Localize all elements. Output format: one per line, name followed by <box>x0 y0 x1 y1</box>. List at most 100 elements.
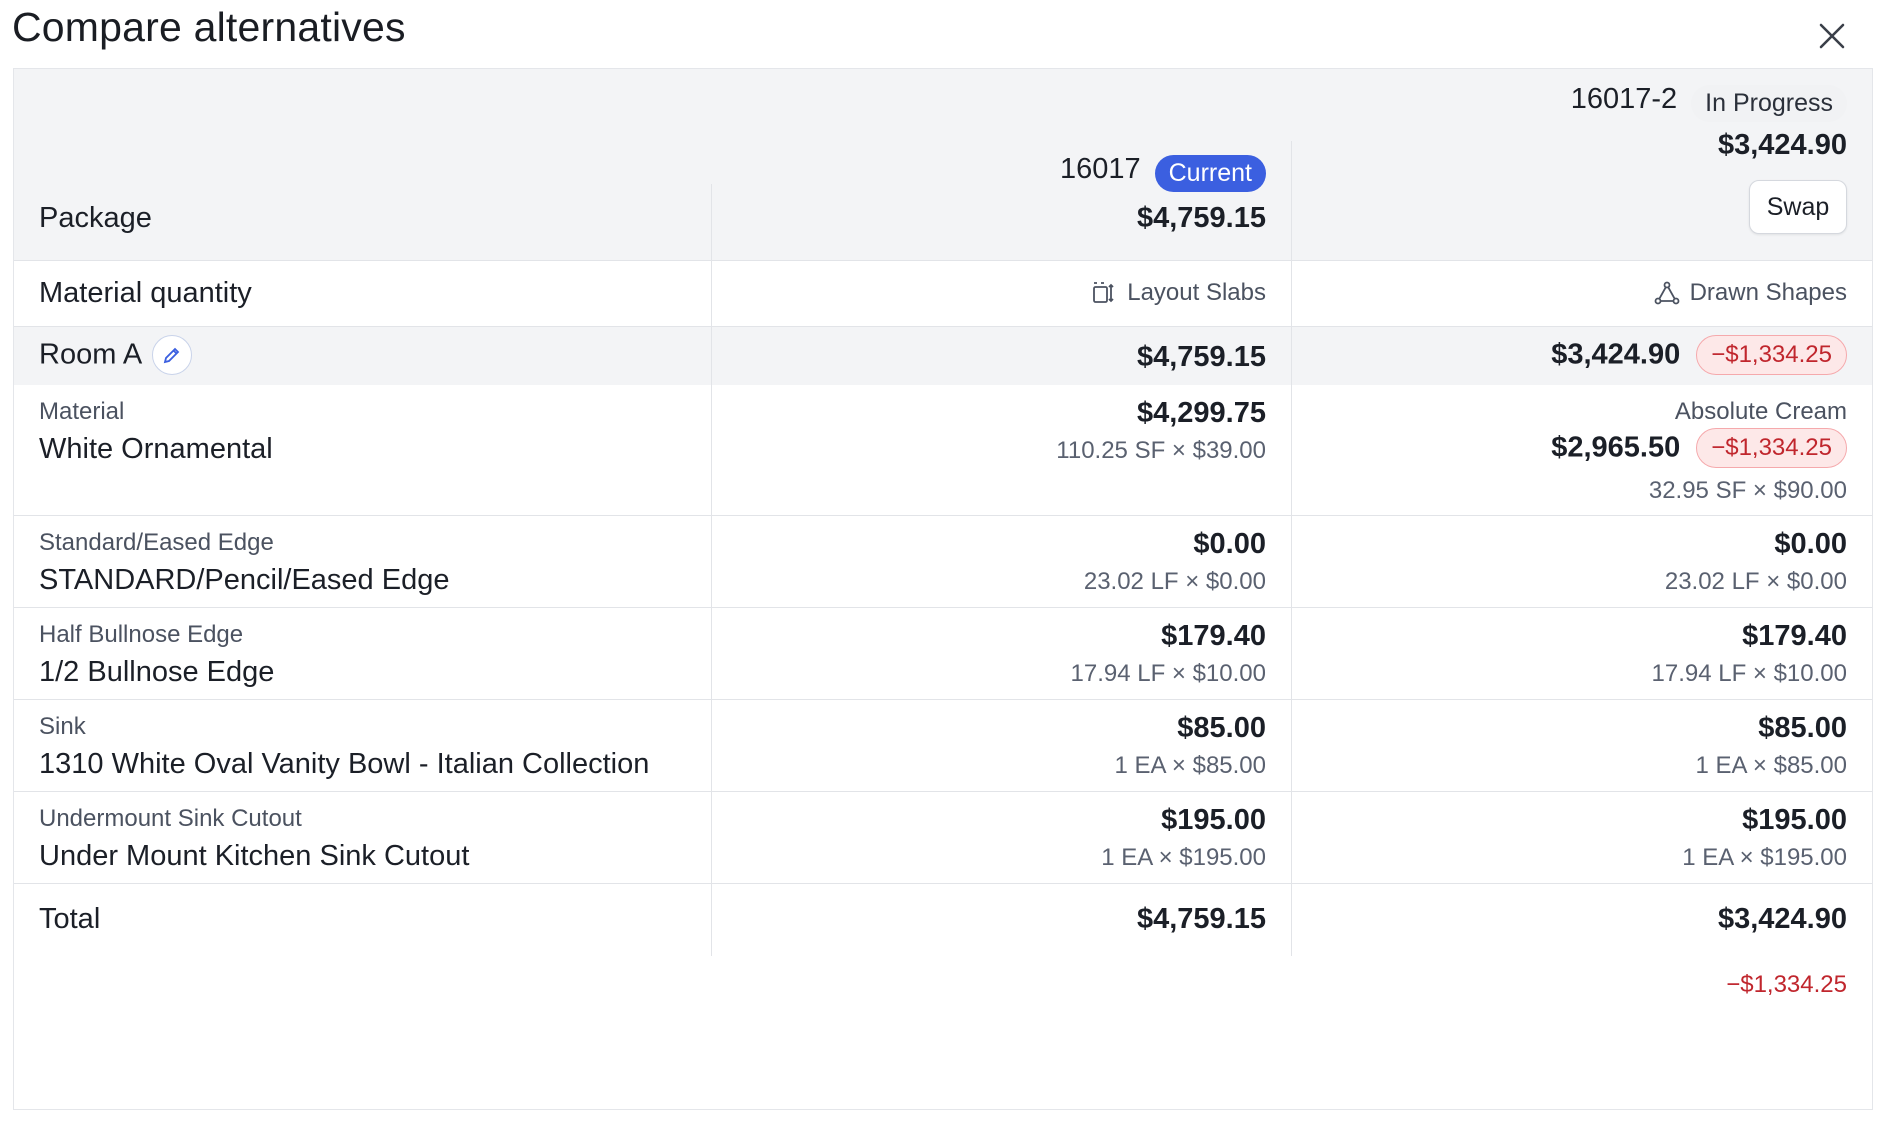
layout-slabs-icon <box>1093 282 1114 303</box>
line-alternative-amount-group: $2,965.50 −$1,334.25 <box>1551 428 1847 468</box>
material-quantity-label-cell: Material quantity <box>14 261 711 326</box>
alternative-material-name: Absolute Cream <box>1674 398 1847 425</box>
line-item-row: Sink 1310 White Oval Vanity Bowl - Itali… <box>14 700 1872 792</box>
room-row: Room A $4,759.15 $3,424.90 −$1,334.25 <box>14 327 1872 385</box>
line-category: Material <box>39 398 125 425</box>
line-current-amount: $4,299.75 <box>1136 397 1266 429</box>
material-quantity-row: Material quantity Layout Slabs Drawn Sha… <box>14 261 1872 327</box>
line-alternative-detail: 32.95 SF × $90.00 <box>1648 477 1847 504</box>
line-name: White Ornamental <box>39 433 273 465</box>
line-label-cell: Material White Ornamental <box>14 385 711 515</box>
line-item-row: Half Bullnose Edge 1/2 Bullnose Edge $17… <box>14 608 1872 700</box>
close-button[interactable] <box>1816 20 1848 52</box>
room-diff-badge: −$1,334.25 <box>1696 335 1847 375</box>
current-package-heading: 16017 Current <box>1059 153 1266 193</box>
status-badge: In Progress <box>1691 85 1847 123</box>
line-current-detail: 23.02 LF × $0.00 <box>1083 568 1266 595</box>
room-current-total: $4,759.15 <box>1136 341 1266 373</box>
comparison-table: Package 16017 Current $4,759.15 16017-2 In… <box>13 68 1873 1110</box>
line-alternative-cell: Absolute Cream $2,965.50 −$1,334.25 32.95… <box>1291 385 1872 515</box>
room-alternative-total: $3,424.90 <box>1551 338 1681 371</box>
line-current-cell: $4,299.75 110.25 SF × $39.00 <box>711 385 1291 515</box>
alternative-package-price: $3,424.90 <box>1717 129 1847 161</box>
total-label-cell: Total <box>14 884 711 956</box>
current-material-quantity-cell: Layout Slabs <box>711 261 1291 326</box>
line-item-row: Material White Ornamental $4,299.75 110.… <box>14 385 1872 516</box>
alternative-package-cell: 16017-2 In Progress $3,424.90 Swap <box>1291 69 1872 260</box>
line-item-row: Undermount Sink Cutout Under Mount Kitch… <box>14 792 1872 884</box>
line-alternative-detail: 1 EA × $85.00 <box>1695 752 1847 779</box>
line-current-detail: 17.94 LF × $10.00 <box>1070 660 1267 687</box>
total-current-cell: $4,759.15 <box>711 884 1291 956</box>
line-alternative-amount: $2,965.50 <box>1551 431 1681 464</box>
line-current-detail: 1 EA × $195.00 <box>1101 844 1266 871</box>
line-label-cell: Sink 1310 White Oval Vanity Bowl - Itali… <box>14 700 711 791</box>
line-alternative-amount: $179.40 <box>1742 620 1847 652</box>
line-name: STANDARD/Pencil/Eased Edge <box>39 564 450 596</box>
line-category: Standard/Eased Edge <box>39 529 274 556</box>
line-name: 1310 White Oval Vanity Bowl - Italian Co… <box>39 748 650 780</box>
line-alternative-detail: 1 EA × $195.00 <box>1682 844 1847 871</box>
room-heading: Room A <box>39 335 193 375</box>
room-name: Room A <box>39 338 143 371</box>
line-current-amount: $85.00 <box>1177 712 1266 744</box>
line-alternative-amount: $0.00 <box>1774 528 1847 560</box>
line-current-detail: 110.25 SF × $39.00 <box>1056 437 1266 464</box>
current-material-quantity: Layout Slabs <box>1091 279 1266 307</box>
room-name-cell: Room A <box>14 327 711 385</box>
line-name: 1/2 Bullnose Edge <box>39 656 275 688</box>
package-label: Package <box>39 202 152 234</box>
line-name: Under Mount Kitchen Sink Cutout <box>39 840 470 872</box>
alternative-package-id: 16017-2 <box>1570 83 1678 115</box>
material-quantity-label: Material quantity <box>39 277 252 309</box>
line-current-amount: $195.00 <box>1161 804 1266 836</box>
drawn-shapes-icon <box>1654 281 1679 305</box>
line-current-amount: $0.00 <box>1193 528 1266 560</box>
pencil-icon <box>163 347 180 364</box>
line-label-cell: Standard/Eased Edge STANDARD/Pencil/Ease… <box>14 516 711 607</box>
total-alternative-cell: $3,424.90 <box>1291 884 1872 956</box>
line-alternative-cell: $179.40 17.94 LF × $10.00 <box>1291 608 1872 699</box>
line-alternative-detail: 17.94 LF × $10.00 <box>1651 660 1848 687</box>
line-alternative-cell: $0.00 23.02 LF × $0.00 <box>1291 516 1872 607</box>
line-alternative-detail: 23.02 LF × $0.00 <box>1664 568 1847 595</box>
dialog-title: Compare alternatives <box>12 4 406 50</box>
line-category: Sink <box>39 713 86 740</box>
room-alternative-cell: $3,424.90 −$1,334.25 <box>1291 327 1872 385</box>
line-label-cell: Half Bullnose Edge 1/2 Bullnose Edge <box>14 608 711 699</box>
line-category: Undermount Sink Cutout <box>39 805 302 832</box>
header-row: Package 16017 Current $4,759.15 16017-2 In… <box>14 69 1872 261</box>
line-alternative-cell: $195.00 1 EA × $195.00 <box>1291 792 1872 883</box>
line-category: Half Bullnose Edge <box>39 621 244 648</box>
total-alternative: $3,424.90 <box>1717 903 1847 935</box>
line-current-amount: $179.40 <box>1161 620 1266 652</box>
swap-button[interactable]: Swap <box>1749 180 1847 234</box>
layout-slabs-label: Layout Slabs <box>1127 279 1266 306</box>
room-current-cell: $4,759.15 <box>711 327 1291 385</box>
close-icon <box>1819 23 1845 49</box>
current-package-price: $4,759.15 <box>1136 202 1266 234</box>
line-diff-badge: −$1,334.25 <box>1696 428 1847 468</box>
alternative-material-quantity-cell: Drawn Shapes <box>1291 261 1872 326</box>
line-item-row: Standard/Eased Edge STANDARD/Pencil/Ease… <box>14 516 1872 608</box>
line-current-cell: $0.00 23.02 LF × $0.00 <box>711 516 1291 607</box>
total-label: Total <box>39 903 101 935</box>
room-alternative-total-group: $3,424.90 −$1,334.25 <box>1551 335 1847 375</box>
total-diff: −$1,334.25 <box>1726 971 1847 998</box>
package-label-cell: Package <box>14 69 711 260</box>
total-current: $4,759.15 <box>1136 903 1266 935</box>
line-alternative-amount: $85.00 <box>1758 712 1847 744</box>
line-current-cell: $85.00 1 EA × $85.00 <box>711 700 1291 791</box>
current-package-id: 16017 <box>1059 153 1141 185</box>
current-badge: Current <box>1154 155 1266 193</box>
line-alternative-cell: $85.00 1 EA × $85.00 <box>1291 700 1872 791</box>
current-package-cell: 16017 Current $4,759.15 <box>711 69 1291 260</box>
alternative-package-heading: 16017-2 In Progress <box>1570 83 1847 123</box>
total-row: Total $4,759.15 $3,424.90 <box>14 884 1872 956</box>
drawn-shapes-label: Drawn Shapes <box>1689 279 1847 306</box>
line-current-cell: $195.00 1 EA × $195.00 <box>711 792 1291 883</box>
line-current-cell: $179.40 17.94 LF × $10.00 <box>711 608 1291 699</box>
edit-room-button[interactable] <box>152 335 193 375</box>
line-label-cell: Undermount Sink Cutout Under Mount Kitch… <box>14 792 711 883</box>
line-alternative-amount: $195.00 <box>1742 804 1847 836</box>
